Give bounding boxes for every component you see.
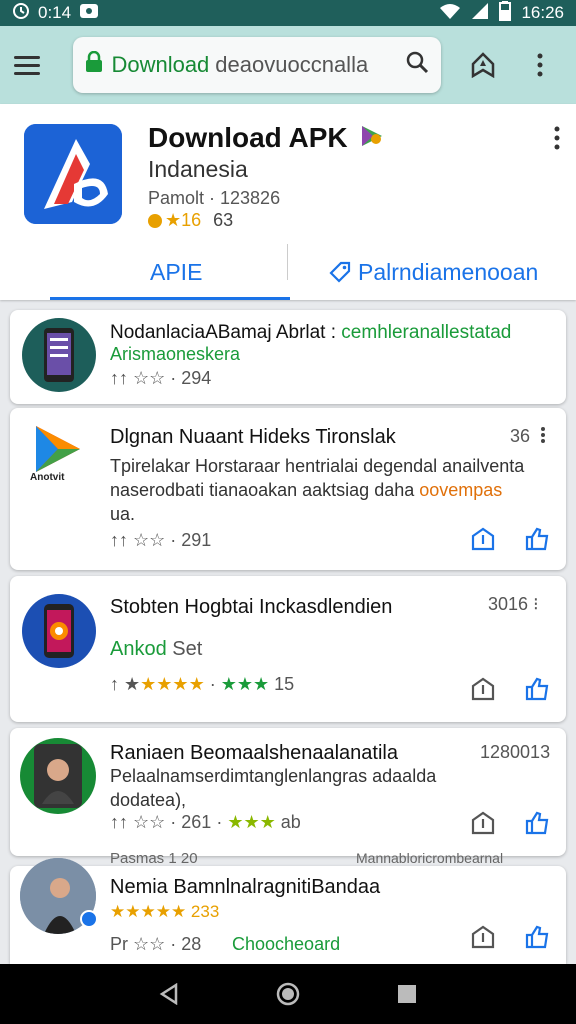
header-more-icon[interactable] [554, 126, 560, 156]
item-count: 36 [510, 426, 531, 446]
url-bar[interactable]: Download deaovuoccnalla [73, 37, 442, 93]
icon-caption: Anotvit [30, 472, 65, 483]
peek-label-right: Mannabloricrombearnal [356, 850, 504, 866]
url-path: deaovuoccnalla [215, 52, 369, 77]
app-icon-play: Anotvit [26, 422, 90, 492]
app-title-badge-icon [359, 123, 385, 156]
item-rating: ★★★★★ 233 [110, 902, 220, 921]
install-icon[interactable] [468, 922, 498, 952]
notification-icon [79, 3, 99, 24]
status-bar: 0:14 16:26 [0, 0, 576, 26]
signal-icon [471, 2, 489, 25]
item-description: Tpirelakar Horstaraar hentrialai degenda… [110, 456, 525, 524]
item-count: 1280013 [480, 742, 551, 762]
more-options-icon[interactable] [519, 43, 562, 87]
install-icon[interactable] [468, 808, 498, 838]
thumbs-up-icon[interactable] [522, 674, 552, 704]
item-subtitle: Arismaoneskera [110, 344, 241, 364]
avatar [20, 738, 96, 814]
install-icon[interactable] [468, 524, 498, 554]
item-title: Nemia BamnlnalragnitiBandaa [110, 876, 381, 898]
lock-icon [85, 50, 103, 79]
item-badge: Choocheoard [232, 934, 341, 954]
app-bar: Download deaovuoccnalla [0, 26, 576, 104]
item-meta: ↑↑ ☆☆ · 294 [110, 368, 212, 388]
back-icon[interactable] [149, 974, 189, 1014]
wifi-icon [439, 2, 461, 25]
app-header-card: Download APK Indanesia Pamolt · 123826 ★… [0, 104, 576, 300]
menu-icon[interactable] [14, 43, 57, 87]
recents-icon[interactable] [387, 974, 427, 1014]
item-rating: ↑ ★★★★★ · ★★★ 15 [110, 674, 295, 694]
rating-badge: ★16 [148, 210, 201, 231]
thumbs-up-icon[interactable] [522, 808, 552, 838]
item-meta: ↑↑ ☆☆ · 291 [110, 530, 212, 550]
app-meta: Pamolt · 123826 [148, 188, 281, 208]
tab-apie[interactable]: APIE [150, 244, 202, 300]
app-rating: ★16 63 [148, 210, 233, 231]
system-nav-bar [0, 964, 576, 1024]
item-title: Raniaen Beomaalshenaalanatila [110, 742, 398, 764]
app-icon-phone [22, 318, 96, 392]
item-title: Dlgnan Nuaant Hideks Tironslak [110, 426, 396, 448]
tag-icon [328, 260, 352, 284]
item-meta: Pr ☆☆ · 28 [110, 934, 202, 954]
verified-icon [80, 910, 98, 928]
peek-label-left: Pasmas 1 20 [110, 850, 198, 867]
bookmark-icon[interactable] [461, 43, 504, 87]
item-title: NodanlaciaABamaj Abrlat : cemhleranalles… [110, 322, 512, 343]
item-badge: Ankod Set [110, 638, 203, 660]
app-icon-phone-color [22, 594, 96, 668]
list-item[interactable]: Raniaen Beomaalshenaalanatila 1280013 Pe… [10, 728, 566, 856]
alarm-icon [12, 2, 30, 25]
install-icon[interactable] [468, 674, 498, 704]
thumbs-up-icon[interactable] [522, 524, 552, 554]
item-count: 3016 ⁝ [488, 594, 539, 614]
list-item[interactable]: NodanlaciaABamaj Abrlat : cemhleranalles… [10, 310, 566, 404]
item-more-icon[interactable] [540, 426, 546, 449]
status-left-time: 0:14 [38, 3, 72, 22]
list-item[interactable]: Anotvit Dlgnan Nuaant Hideks Tironslak 3… [10, 408, 566, 570]
rating-count: 63 [213, 210, 234, 230]
thumbs-up-icon[interactable] [522, 922, 552, 952]
tab-palrndia[interactable]: Palrndiamenooan [328, 244, 538, 300]
item-title: Stobten Hogbtai Inckasdlendien [110, 596, 393, 618]
url-domain: Download [111, 52, 210, 77]
list-item[interactable]: Nemia BamnlnalragnitiBandaa ★★★★★ 233 Pr… [10, 858, 566, 964]
item-description: Pelaalnamserdimtanglenlangras adaalda do… [110, 766, 437, 810]
item-meta: ↑↑ ☆☆ · 261 · ★★★ ab [110, 812, 301, 832]
list-item[interactable]: Stobten Hogbtai Inckasdlendien 3016 ⁝ An… [10, 576, 566, 722]
battery-icon [499, 0, 512, 26]
status-time: 16:26 [521, 3, 564, 22]
app-title: Download APK [148, 122, 385, 156]
tab-indicator [50, 297, 290, 300]
tab-divider [287, 244, 288, 280]
app-subtitle: Indanesia [148, 156, 248, 182]
search-icon[interactable] [405, 50, 429, 80]
home-icon[interactable] [268, 974, 308, 1014]
app-logo-icon [24, 124, 122, 224]
